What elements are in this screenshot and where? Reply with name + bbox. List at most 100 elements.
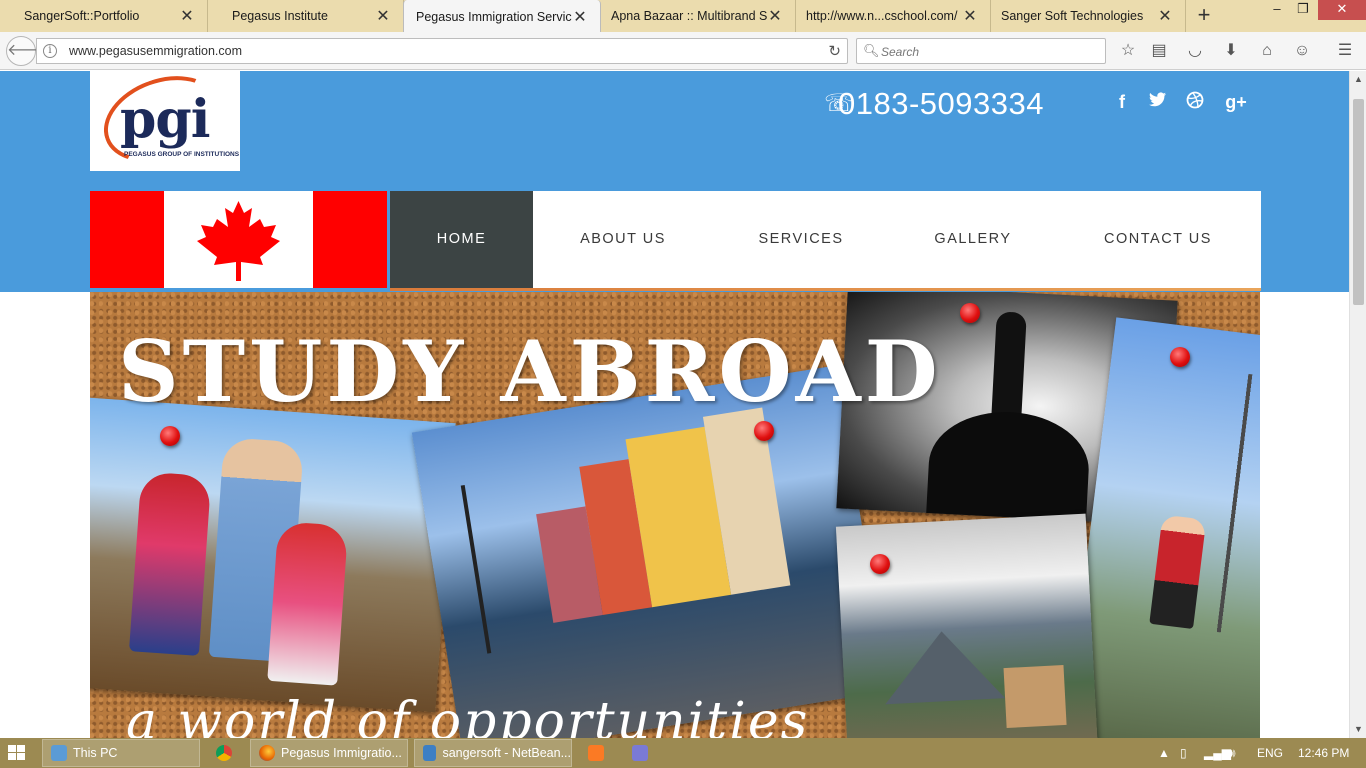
- tab-strip: SangerSoft::Portfolio ✕ Pegasus Institut…: [0, 0, 1366, 33]
- close-icon[interactable]: ✕: [572, 7, 588, 27]
- menu-icon[interactable]: ☰: [1334, 41, 1356, 63]
- photo-figure: [267, 521, 349, 686]
- taskbar-label: sangersoft - NetBean...: [442, 746, 571, 760]
- taskbar-label: Pegasus Immigratio...: [281, 746, 402, 760]
- taskbar-firefox-window[interactable]: Pegasus Immigratio...: [250, 739, 408, 767]
- twitter-icon[interactable]: [1146, 91, 1170, 115]
- window-close-button[interactable]: ✕: [1318, 0, 1366, 20]
- search-placeholder: Search: [881, 45, 920, 59]
- tab-apna-bazaar[interactable]: Apna Bazaar :: Multibrand S... ✕: [601, 0, 796, 32]
- phone-number: ☏0183-5093334: [824, 86, 1044, 122]
- xampp-icon: [588, 745, 604, 761]
- new-tab-button[interactable]: +: [1190, 3, 1218, 29]
- download-icon[interactable]: ⬇: [1220, 41, 1242, 63]
- nav-home[interactable]: HOME: [390, 191, 533, 288]
- chrome-icon: [216, 745, 232, 761]
- photo-tower: [1198, 371, 1260, 635]
- network-signal-icon[interactable]: ▂▄▆: [1204, 746, 1231, 760]
- tab-cschool[interactable]: http://www.n...cschool.com/ ✕: [796, 0, 991, 32]
- canada-flag: [90, 191, 387, 288]
- banner-subtitle: a world of opportunities: [126, 692, 810, 738]
- pushpin-icon: [160, 426, 180, 446]
- pushpin-icon: [754, 421, 774, 441]
- phone-icon: ☏: [824, 90, 855, 117]
- reading-list-icon[interactable]: ▤: [1148, 41, 1170, 63]
- search-icon: 🔍︎: [863, 43, 880, 58]
- maple-leaf-icon: [197, 201, 280, 281]
- taskbar-xampp[interactable]: [580, 739, 620, 767]
- main-nav: HOME ABOUT US SERVICES GALLERY CONTACT U…: [390, 191, 1261, 288]
- nav-services[interactable]: SERVICES: [742, 191, 860, 288]
- clock-time[interactable]: 12:46 PM: [1298, 746, 1349, 760]
- firefox-icon: [259, 745, 275, 761]
- scroll-up-arrow-icon[interactable]: ▲: [1350, 71, 1366, 88]
- taskbar-label: This PC: [73, 746, 118, 760]
- restore-button[interactable]: ❐: [1288, 0, 1318, 20]
- study-abroad-banner: STUDY ABROAD a world of opportunities: [90, 292, 1260, 738]
- dribbble-icon[interactable]: [1183, 91, 1207, 115]
- pushpin-icon: [1170, 347, 1190, 367]
- tray-overflow-icon[interactable]: ▲: [1158, 746, 1170, 760]
- close-icon[interactable]: ✕: [179, 6, 195, 26]
- scroll-down-arrow-icon[interactable]: ▼: [1350, 721, 1366, 738]
- tab-label: Apna Bazaar :: Multibrand S...: [611, 9, 767, 23]
- photo-kids-and-traveler: [90, 397, 456, 713]
- logo-mark: pgi: [120, 89, 210, 150]
- hello-icon[interactable]: ☺: [1291, 41, 1313, 63]
- url-text[interactable]: www.pegasusemmigration.com: [69, 44, 242, 58]
- photo-mountain-village: [835, 513, 1099, 738]
- tray-devices-icon[interactable]: ▯: [1180, 746, 1187, 760]
- taskbar-netbeans[interactable]: sangersoft - NetBean...: [414, 739, 572, 767]
- photo-house: [1003, 664, 1067, 729]
- taskbar-this-pc[interactable]: This PC: [42, 739, 200, 767]
- computer-icon: [51, 745, 67, 761]
- taskbar-app[interactable]: [624, 739, 664, 767]
- scroll-thumb[interactable]: [1353, 99, 1364, 305]
- search-input[interactable]: 🔍︎ Search: [856, 38, 1106, 64]
- bookmark-star-icon[interactable]: ☆: [1117, 41, 1139, 63]
- close-icon[interactable]: ✕: [962, 6, 978, 26]
- close-icon[interactable]: ✕: [375, 6, 391, 26]
- photo-harbor-houses: [411, 365, 889, 738]
- address-bar[interactable]: i www.pegasusemmigration.com ↻: [36, 38, 848, 64]
- tab-label: Pegasus Institute: [232, 9, 328, 23]
- photo-mountain: [881, 628, 1006, 705]
- tab-label: Pegasus Immigration Servic...: [416, 9, 572, 24]
- language-indicator[interactable]: ENG: [1257, 746, 1283, 760]
- nav-about-us[interactable]: ABOUT US: [562, 191, 684, 288]
- photo-figure: [128, 471, 212, 656]
- pocket-icon[interactable]: ◡: [1184, 41, 1206, 63]
- nav-contact-us[interactable]: CONTACT US: [1090, 191, 1226, 288]
- flag-right-bar: [313, 191, 387, 288]
- taskbar-chrome[interactable]: [208, 739, 248, 767]
- tab-pegasus-institute[interactable]: Pegasus Institute ✕: [208, 0, 404, 32]
- volume-icon[interactable]: 🔊︎: [1228, 746, 1236, 761]
- facebook-icon[interactable]: f: [1110, 91, 1134, 115]
- phone-text: 0183-5093334: [838, 86, 1044, 121]
- pushpin-icon: [960, 303, 980, 323]
- windows-taskbar: This PC Pegasus Immigratio... sangersoft…: [0, 738, 1366, 768]
- tab-sangersoft-portfolio[interactable]: SangerSoft::Portfolio ✕: [0, 0, 208, 32]
- close-icon[interactable]: ✕: [767, 6, 783, 26]
- home-icon[interactable]: ⌂: [1256, 41, 1278, 63]
- tab-sanger-soft-technologies[interactable]: Sanger Soft Technologies ✕: [991, 0, 1186, 32]
- info-icon[interactable]: i: [43, 44, 57, 58]
- banner-title: STUDY ABROAD: [118, 322, 942, 421]
- app-icon: [632, 745, 648, 761]
- page-viewport: pgi PEGASUS GROUP OF INSTITUTIONS ☏0183-…: [0, 71, 1349, 738]
- back-button[interactable]: 🡐: [6, 36, 50, 66]
- tab-pegasus-immigration[interactable]: Pegasus Immigration Servic... ✕: [403, 0, 601, 33]
- windows-start-button[interactable]: [8, 745, 26, 761]
- close-icon[interactable]: ✕: [1157, 6, 1173, 26]
- photo-jumper: [1149, 514, 1207, 630]
- logo-subtitle: PEGASUS GROUP OF INSTITUTIONS: [124, 151, 240, 158]
- pgi-logo[interactable]: pgi PEGASUS GROUP OF INSTITUTIONS: [90, 71, 240, 171]
- reload-icon[interactable]: ↻: [828, 42, 841, 60]
- photo-rock: [925, 408, 1092, 526]
- site-header: pgi PEGASUS GROUP OF INSTITUTIONS ☏0183-…: [0, 71, 1349, 292]
- netbeans-icon: [423, 745, 437, 761]
- google-plus-icon[interactable]: g+: [1222, 91, 1250, 115]
- nav-gallery[interactable]: GALLERY: [920, 191, 1026, 288]
- page-scrollbar[interactable]: ▲ ▼: [1349, 71, 1366, 738]
- tab-label: Sanger Soft Technologies: [1001, 9, 1144, 23]
